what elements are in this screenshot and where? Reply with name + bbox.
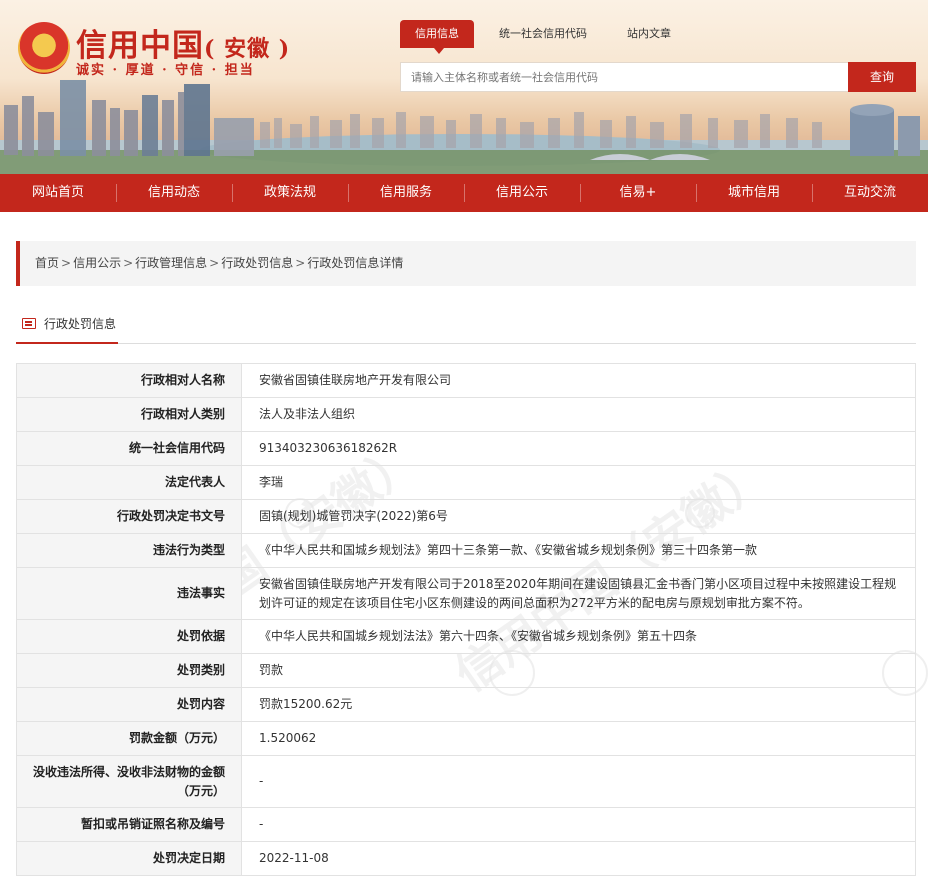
nav-item-home[interactable]: 网站首页 (0, 174, 116, 212)
nav-item-policies[interactable]: 政策法规 (232, 174, 348, 212)
tab-site-articles[interactable]: 站内文章 (612, 20, 686, 48)
section-title: 行政处罚信息 (44, 317, 117, 331)
table-row: 处罚决定日期 2022-11-08 (16, 841, 916, 876)
breadcrumb-current: 行政处罚信息详情 (307, 256, 404, 270)
search-box (400, 62, 848, 92)
table-row: 暂扣或吊销证照名称及编号 - (16, 807, 916, 842)
main-nav: 网站首页 信用动态 政策法规 信用服务 信用公示 信易+ 城市信用 互动交流 (0, 174, 928, 212)
row-value: 固镇(规划)城管罚决字(2022)第6号 (241, 499, 916, 534)
breadcrumb-penalty-info[interactable]: 行政处罚信息 (221, 256, 293, 270)
row-value: 《中华人民共和国城乡规划法》第四十三条第一款、《安徽省城乡规划条例》第三十四条第… (241, 533, 916, 568)
row-label: 罚款金额（万元） (16, 721, 242, 756)
breadcrumb-separator: > (61, 256, 72, 270)
row-value: 法人及非法人组织 (241, 397, 916, 432)
row-value: 安徽省固镇佳联房地产开发有限公司 (241, 363, 916, 398)
breadcrumb-admin-info[interactable]: 行政管理信息 (135, 256, 207, 270)
nav-item-credit-services[interactable]: 信用服务 (348, 174, 464, 212)
row-label: 行政相对人名称 (16, 363, 242, 398)
active-tab-caret-icon (434, 48, 444, 54)
row-label: 没收违法所得、没收非法财物的金额（万元） (16, 755, 242, 808)
table-row: 处罚内容 罚款15200.62元 (16, 687, 916, 722)
nav-item-city-credit[interactable]: 城市信用 (696, 174, 812, 212)
table-row: 行政相对人类别 法人及非法人组织 (16, 397, 916, 432)
row-label: 统一社会信用代码 (16, 431, 242, 466)
table-row: 处罚类别 罚款 (16, 653, 916, 688)
nav-item-xinyi-plus[interactable]: 信易+ (580, 174, 696, 212)
table-row: 罚款金额（万元） 1.520062 (16, 721, 916, 756)
row-value: 李瑞 (241, 465, 916, 500)
table-row: 行政相对人名称 安徽省固镇佳联房地产开发有限公司 (16, 363, 916, 398)
row-label: 处罚决定日期 (16, 841, 242, 876)
search-button[interactable]: 查询 (848, 62, 916, 92)
table-row: 违法事实 安徽省固镇佳联房地产开发有限公司于2018至2020年期间在建设固镇县… (16, 567, 916, 620)
row-value: 91340323063618262R (241, 431, 916, 466)
table-row: 法定代表人 李瑞 (16, 465, 916, 500)
row-label: 处罚类别 (16, 653, 242, 688)
search-input[interactable] (401, 63, 848, 91)
section-tab-penalty: 行政处罚信息 (16, 305, 118, 344)
penalty-detail-table: 行政相对人名称 安徽省固镇佳联房地产开发有限公司 行政相对人类别 法人及非法人组… (16, 363, 916, 876)
breadcrumb-separator: > (123, 256, 134, 270)
breadcrumb: 首页 > 信用公示 > 行政管理信息 > 行政处罚信息 > 行政处罚信息详情 (16, 241, 916, 286)
site-slogan: 诚实 · 厚道 · 守信 · 担当 (76, 63, 255, 78)
row-value: - (241, 807, 916, 842)
table-row: 没收违法所得、没收非法财物的金额（万元） - (16, 755, 916, 808)
breadcrumb-home[interactable]: 首页 (35, 256, 59, 270)
nav-item-interaction[interactable]: 互动交流 (812, 174, 928, 212)
table-row: 统一社会信用代码 91340323063618262R (16, 431, 916, 466)
row-value: 罚款15200.62元 (241, 687, 916, 722)
row-value: 安徽省固镇佳联房地产开发有限公司于2018至2020年期间在建设固镇县汇金书香门… (241, 567, 916, 620)
document-icon (22, 318, 36, 329)
nav-item-credit-news[interactable]: 信用动态 (116, 174, 232, 212)
row-value: - (241, 755, 916, 808)
tab-unified-credit-code[interactable]: 统一社会信用代码 (484, 20, 602, 48)
section-header: 行政处罚信息 (16, 305, 916, 344)
table-row: 行政处罚决定书文号 固镇(规划)城管罚决字(2022)第6号 (16, 499, 916, 534)
breadcrumb-separator: > (209, 256, 220, 270)
header-banner: 信用中国( 安徽 ) 诚实 · 厚道 · 守信 · 担当 信用信息 统一社会信用… (0, 0, 928, 174)
row-label: 行政处罚决定书文号 (16, 499, 242, 534)
breadcrumb-credit-publicity[interactable]: 信用公示 (73, 256, 121, 270)
row-label: 违法事实 (16, 567, 242, 620)
nav-item-credit-publicity[interactable]: 信用公示 (464, 174, 580, 212)
row-label: 违法行为类型 (16, 533, 242, 568)
table-row: 处罚依据 《中华人民共和国城乡规划法法》第六十四条、《安徽省城乡规划条例》第五十… (16, 619, 916, 654)
row-value: 《中华人民共和国城乡规划法法》第六十四条、《安徽省城乡规划条例》第五十四条 (241, 619, 916, 654)
search-type-tabs: 信用信息 统一社会信用代码 站内文章 (400, 20, 696, 48)
row-label: 行政相对人类别 (16, 397, 242, 432)
row-label: 法定代表人 (16, 465, 242, 500)
tab-credit-info[interactable]: 信用信息 (400, 20, 474, 48)
row-label: 处罚内容 (16, 687, 242, 722)
row-value: 2022-11-08 (241, 841, 916, 876)
breadcrumb-separator: > (295, 256, 306, 270)
table-row: 违法行为类型 《中华人民共和国城乡规划法》第四十三条第一款、《安徽省城乡规划条例… (16, 533, 916, 568)
row-value: 罚款 (241, 653, 916, 688)
row-label: 暂扣或吊销证照名称及编号 (16, 807, 242, 842)
national-emblem-icon (18, 22, 70, 74)
row-value: 1.520062 (241, 721, 916, 756)
row-label: 处罚依据 (16, 619, 242, 654)
